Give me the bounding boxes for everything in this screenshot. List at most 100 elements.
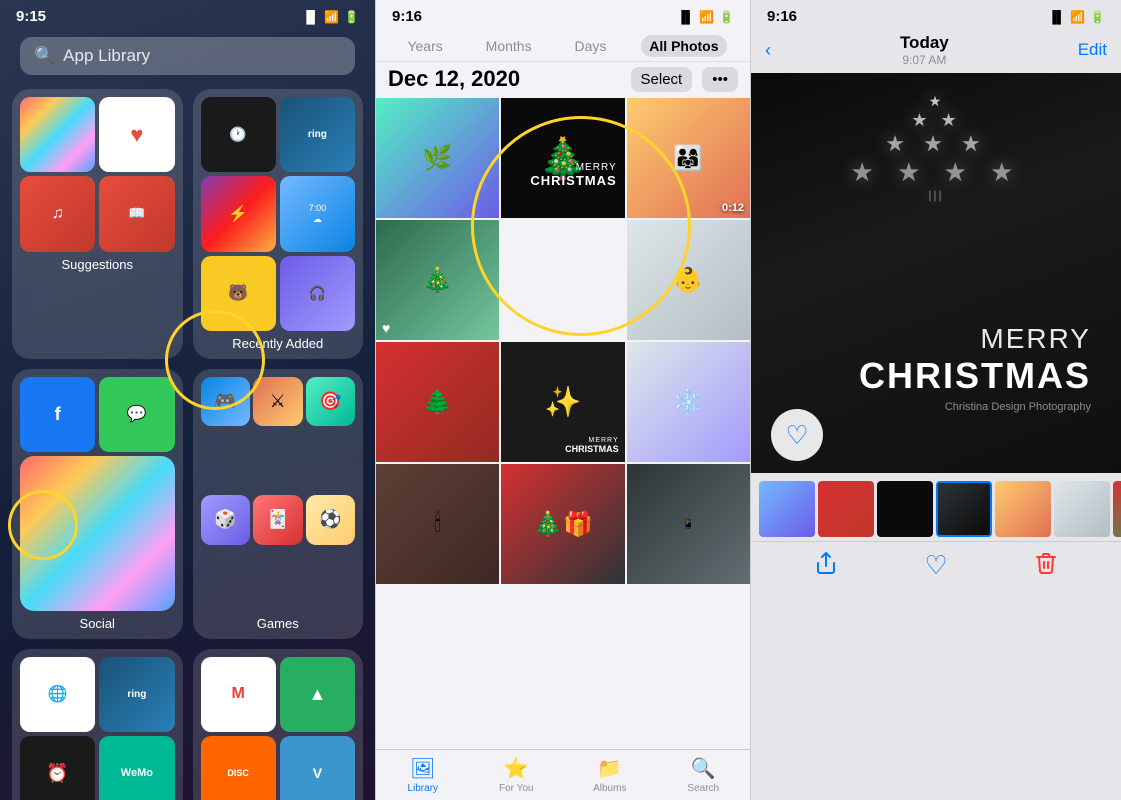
- p3-photo-bg: ★ ★ ★ ★ ★ ★ ★ ★ ★ ★ ||| MERRY CHRISTMAS …: [751, 73, 1121, 473]
- app-books[interactable]: 📖: [99, 176, 174, 251]
- more-button[interactable]: •••: [702, 67, 738, 92]
- battery-icon: 🔋: [344, 10, 359, 24]
- nav-albums[interactable]: 📁 Albums: [563, 756, 657, 794]
- for-you-label: For You: [499, 783, 533, 794]
- back-button[interactable]: ‹: [765, 40, 771, 61]
- tab-months[interactable]: Months: [478, 35, 540, 57]
- app-headphones[interactable]: 🎧: [280, 256, 355, 331]
- photo-applib-content: 📱: [627, 464, 750, 584]
- photo-4-content: 👶: [627, 220, 750, 340]
- game-app-6[interactable]: ⚽: [306, 495, 356, 545]
- app-clock[interactable]: 🕐: [201, 97, 276, 172]
- app-discover[interactable]: DISC: [201, 736, 276, 800]
- app-photos2[interactable]: [20, 456, 175, 611]
- app-ring2[interactable]: ring: [99, 657, 174, 732]
- thumb-2[interactable]: [818, 481, 874, 537]
- nav-for-you[interactable]: ⭐ For You: [470, 756, 564, 794]
- trash-icon: [1034, 551, 1058, 575]
- p2-photo-grid-wrap: 🌿 🎄 MERRY CHRISTMAS 👨‍👩‍👧 0:12 🎄 ♥: [376, 98, 750, 749]
- game-app-2[interactable]: ⚔: [253, 377, 303, 427]
- app-health[interactable]: ♥: [99, 97, 174, 172]
- game-app-4[interactable]: 🎲: [201, 495, 251, 545]
- tree2-icon: ✨: [544, 385, 581, 420]
- tree-stars-row1: ★: [851, 93, 1022, 110]
- game-app-5[interactable]: 🃏: [253, 495, 303, 545]
- tab-all-photos[interactable]: All Photos: [641, 35, 726, 57]
- tree-base: |||: [851, 188, 1022, 202]
- p3-christmas: CHRISTMAS: [859, 355, 1091, 397]
- p2-view-tabs: Years Months Days All Photos: [376, 29, 750, 62]
- app-messenger[interactable]: ⚡: [201, 176, 276, 251]
- share-button[interactable]: [814, 551, 838, 581]
- app-music[interactable]: ♫: [20, 176, 95, 251]
- photo-cell-xmas-main[interactable]: 🎄 MERRY CHRISTMAS: [501, 98, 624, 218]
- heart-button-overlay[interactable]: ♡: [771, 409, 823, 461]
- p2-battery-icon: 🔋: [719, 10, 734, 24]
- app-wemo[interactable]: WeMo: [99, 736, 174, 800]
- photo-cell-6[interactable]: ❄️: [627, 342, 750, 462]
- thumb-4[interactable]: [936, 481, 992, 537]
- p3-merry: MERRY: [859, 323, 1091, 355]
- game-app-3[interactable]: 🎯: [306, 377, 356, 427]
- photo-cell-4[interactable]: 👶: [627, 220, 750, 340]
- app-messages[interactable]: 💬: [99, 377, 174, 452]
- thumb-7[interactable]: [1113, 481, 1121, 537]
- app-photos[interactable]: [20, 97, 95, 172]
- photo-cell-7[interactable]: 🕯: [376, 464, 499, 584]
- p1-app-grid: ♥ ♫ 📖 Suggestions 🕐 ring ⚡ 7:00☁ 🐻 🎧 Rec…: [0, 89, 375, 800]
- p3-photo-container: ★ ★ ★ ★ ★ ★ ★ ★ ★ ★ ||| MERRY CHRISTMAS …: [751, 73, 1121, 473]
- photo-cell-8[interactable]: 🎄🎁: [501, 464, 624, 584]
- folder-recently-added[interactable]: 🕐 ring ⚡ 7:00☁ 🐻 🎧 Recently Added: [193, 89, 364, 359]
- photo-cell-2[interactable]: 👨‍👩‍👧 0:12: [627, 98, 750, 218]
- p3-status-bar: 9:16 ▐▌ 📶 🔋: [751, 0, 1121, 29]
- app-weather-recently[interactable]: 7:00☁: [280, 176, 355, 251]
- p1-row-1: ♥ ♫ 📖 Suggestions 🕐 ring ⚡ 7:00☁ 🐻 🎧 Rec…: [12, 89, 363, 359]
- p1-status-icons: ▐▌ 📶 🔋: [302, 10, 359, 24]
- thumb-6[interactable]: [1054, 481, 1110, 537]
- wifi-icon: 📶: [324, 10, 339, 24]
- photo-cell-applib[interactable]: 📱: [627, 464, 750, 584]
- app-triangle[interactable]: ▲: [280, 657, 355, 732]
- favorite-button[interactable]: ♡: [924, 550, 947, 581]
- thumb-5[interactable]: [995, 481, 1051, 537]
- thumb-1[interactable]: [759, 481, 815, 537]
- thumb-3[interactable]: [877, 481, 933, 537]
- delete-button[interactable]: [1034, 551, 1058, 581]
- panel3-photo-detail: 9:16 ▐▌ 📶 🔋 ‹ Today 9:07 AM Edit ★ ★ ★ ★…: [750, 0, 1121, 800]
- p3-wifi-icon: 📶: [1070, 10, 1085, 24]
- nav-library[interactable]: 🖼 Library: [376, 756, 470, 794]
- merry-text: MERRY: [530, 162, 616, 173]
- p2-header: Dec 12, 2020 Select •••: [376, 62, 750, 98]
- app-gmail[interactable]: M: [201, 657, 276, 732]
- app-ring[interactable]: ring: [280, 97, 355, 172]
- edit-button[interactable]: Edit: [1078, 40, 1107, 60]
- photo-cell-xmas2[interactable]: ✨ MERRY CHRISTMAS: [501, 342, 624, 462]
- app-chrome[interactable]: 🌐: [20, 657, 95, 732]
- p2-bottom-nav: 🖼 Library ⭐ For You 📁 Albums 🔍 Search: [376, 749, 750, 800]
- app-venmo[interactable]: V: [280, 736, 355, 800]
- folder-games[interactable]: 🎮 ⚔ 🎯 🎲 🃏 ⚽ Games: [193, 369, 364, 639]
- photo-cell-1[interactable]: 🌿: [376, 98, 499, 218]
- tab-days[interactable]: Days: [566, 35, 614, 57]
- game-app-1[interactable]: 🎮: [201, 377, 251, 427]
- photo-cell-3[interactable]: 🎄 ♥: [376, 220, 499, 340]
- folder-social[interactable]: f 💬 Social: [12, 369, 183, 639]
- app-bear[interactable]: 🐻: [201, 256, 276, 331]
- social-label: Social: [20, 616, 175, 631]
- app-facebook[interactable]: f: [20, 377, 95, 452]
- app-clock2[interactable]: ⏰: [20, 736, 95, 800]
- p2-nav-tabs: 🖼 Library ⭐ For You 📁 Albums 🔍 Search: [376, 756, 750, 794]
- p1-row-3: 🌐 ring ⏰ WeMo Utilities M ▲ DISC V Produ…: [12, 649, 363, 800]
- app-library-search[interactable]: 🔍 App Library: [20, 37, 355, 75]
- tab-years[interactable]: Years: [399, 35, 450, 57]
- folder-productivity[interactable]: M ▲ DISC V Productivity & Finance: [193, 649, 364, 800]
- star-tree: ★ ★ ★ ★ ★ ★ ★ ★ ★ ★ |||: [851, 93, 1022, 202]
- photo-cell-5[interactable]: 🌲: [376, 342, 499, 462]
- p3-signal-icon: ▐▌: [1048, 10, 1065, 24]
- folder-utilities[interactable]: 🌐 ring ⏰ WeMo Utilities: [12, 649, 183, 800]
- tree-stars-row3: ★ ★ ★: [851, 131, 1022, 157]
- nav-search[interactable]: 🔍 Search: [657, 756, 751, 794]
- search-label: Search: [687, 783, 719, 794]
- folder-suggestions[interactable]: ♥ ♫ 📖 Suggestions: [12, 89, 183, 359]
- select-button[interactable]: Select: [631, 67, 693, 92]
